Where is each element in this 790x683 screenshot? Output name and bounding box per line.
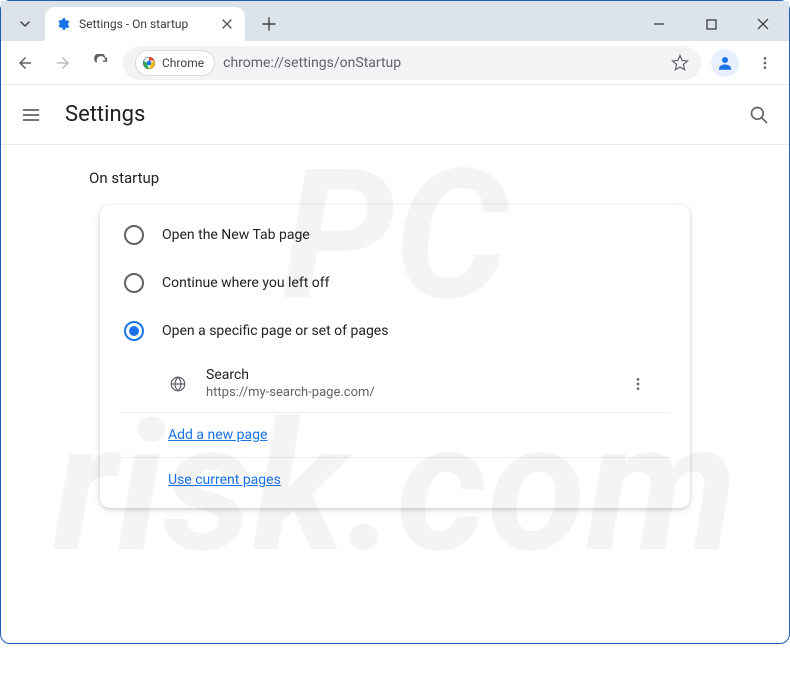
title-bar: Settings - On startup [1, 1, 789, 41]
close-window-button[interactable] [741, 6, 785, 42]
chrome-icon [142, 56, 156, 70]
option-label: Open a specific page or set of pages [162, 323, 388, 339]
chip-label: Chrome [162, 56, 204, 70]
content-area: On startup Open the New Tab page Continu… [1, 145, 789, 532]
page-title: Settings [65, 102, 145, 127]
browser-toolbar: Chrome chrome://settings/onStartup [1, 41, 789, 85]
option-new-tab[interactable]: Open the New Tab page [100, 211, 690, 259]
radio-icon [124, 273, 144, 293]
startup-page-name: Search [206, 367, 612, 383]
page-more-button[interactable] [630, 376, 646, 392]
url-text: chrome://settings/onStartup [223, 55, 663, 71]
option-label: Continue where you left off [162, 275, 330, 291]
add-page-link[interactable]: Add a new page [168, 427, 267, 443]
startup-card: Open the New Tab page Continue where you… [100, 205, 690, 508]
search-icon[interactable] [749, 105, 769, 125]
bookmark-star-icon[interactable] [671, 54, 689, 72]
radio-selected-icon [124, 321, 144, 341]
browser-menu-button[interactable] [749, 47, 781, 79]
globe-icon [168, 374, 188, 394]
section-title: On startup [89, 169, 741, 187]
use-current-link[interactable]: Use current pages [168, 472, 281, 488]
profile-button[interactable] [711, 49, 739, 77]
forward-button[interactable] [47, 47, 79, 79]
minimize-button[interactable] [637, 6, 681, 42]
startup-page-item: Search https://my-search-page.com/ [120, 355, 670, 413]
close-icon[interactable] [219, 16, 235, 32]
startup-page-url: https://my-search-page.com/ [206, 385, 612, 400]
use-current-row[interactable]: Use current pages [120, 458, 670, 502]
back-button[interactable] [9, 47, 41, 79]
option-continue[interactable]: Continue where you left off [100, 259, 690, 307]
gear-icon [55, 16, 71, 32]
hamburger-icon[interactable] [21, 105, 45, 125]
tab-title: Settings - On startup [79, 17, 211, 31]
browser-tab[interactable]: Settings - On startup [45, 7, 245, 41]
site-chip[interactable]: Chrome [135, 50, 215, 76]
option-label: Open the New Tab page [162, 227, 310, 243]
address-bar[interactable]: Chrome chrome://settings/onStartup [123, 46, 701, 80]
radio-icon [124, 225, 144, 245]
tab-search-chevron[interactable] [7, 9, 43, 39]
option-specific[interactable]: Open a specific page or set of pages [100, 307, 690, 355]
reload-button[interactable] [85, 47, 117, 79]
new-tab-button[interactable] [255, 10, 283, 38]
settings-header: Settings [1, 85, 789, 145]
maximize-button[interactable] [689, 6, 733, 42]
add-page-row[interactable]: Add a new page [120, 413, 670, 458]
window-controls [637, 6, 789, 42]
